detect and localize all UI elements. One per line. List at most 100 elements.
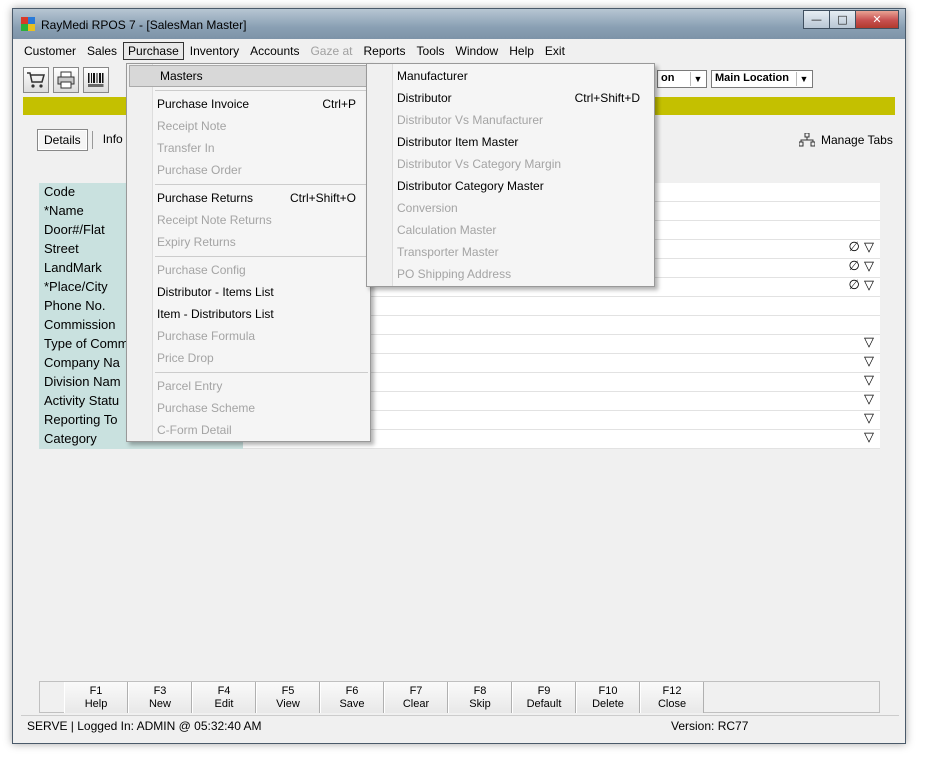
dropdown-indicator-icon[interactable]: ▽ [864,411,874,426]
app-logo-icon [21,17,35,31]
cart-icon [27,72,45,88]
menu-sales[interactable]: Sales [82,42,122,60]
print-button[interactable] [53,67,79,93]
menu-gaze-at: Gaze at [310,44,353,58]
menu-customer[interactable]: Customer [19,42,81,60]
menu-tools[interactable]: Tools [412,42,450,60]
menu-item-purchase-config: Purchase Config [127,259,370,281]
menu-item-receipt-note-returns: Receipt Note Returns [127,209,370,231]
manage-tabs-button[interactable]: Manage Tabs [799,133,893,147]
menu-item-label: Purchase Config [157,263,246,277]
close-window-button[interactable]: ✕ [855,10,899,29]
menu-item-distributor-item-master[interactable]: Distributor Item Master [367,131,654,153]
fkey-label: Close [657,698,687,710]
menu-item-price-drop: Price Drop [127,347,370,369]
menu-item-masters[interactable]: Masters [129,65,368,87]
menu-inventory[interactable]: Inventory [185,42,244,60]
dropdown-indicator-icon[interactable]: ▽ [864,373,874,388]
fkey-label: Default [526,698,562,710]
function-key-bar: F1 Help F3 New F4 Edit F5 View F6 Save F7 Clear F8 Sk… [39,681,880,713]
fkey-delete-button[interactable]: F10 Delete [576,682,640,713]
detail-tabs: Details Info [37,129,133,151]
location-combo[interactable]: Main Location ▼ [711,70,813,88]
fkey-label: Help [84,698,108,710]
menu-item-transporter-master: Transporter Master [367,241,654,263]
dropdown-indicator-icon[interactable]: ∅ ▽ [849,259,874,274]
menu-item-calculation-master: Calculation Master [367,219,654,241]
menu-item-distributor-category-master[interactable]: Distributor Category Master [367,175,654,197]
menu-item-label: Price Drop [157,351,214,365]
fkey-code: F9 [537,685,551,697]
menu-item-label: Purchase Order [157,163,242,177]
menu-help[interactable]: Help [504,42,539,60]
menu-item-item-distributors-list[interactable]: Item - Distributors List [127,303,370,325]
menu-item-expiry-returns: Expiry Returns [127,231,370,253]
menu-item-distributor[interactable]: Distributor Ctrl+Shift+D [367,87,654,109]
fkey-new-button[interactable]: F3 New [128,682,192,713]
menu-item-purchase-invoice[interactable]: Purchase Invoice Ctrl+P [127,93,370,115]
menu-item-label: Purchase Formula [157,329,256,343]
barcode-button[interactable] [83,67,109,93]
printer-icon [57,71,75,89]
dropdown-indicator-icon[interactable]: ∅ ▽ [849,240,874,255]
menu-item-purchase-returns[interactable]: Purchase Returns Ctrl+Shift+O [127,187,370,209]
fkey-skip-button[interactable]: F8 Skip [448,682,512,713]
menu-item-label: Receipt Note Returns [157,213,272,227]
fkey-view-button[interactable]: F5 View [256,682,320,713]
chevron-down-icon: ▼ [690,72,705,86]
fkey-close-button[interactable]: F12 Close [640,682,704,713]
menu-item-label: Transporter Master [397,245,499,259]
menu-item-label: Distributor Vs Category Margin [397,157,562,171]
dropdown-indicator-icon[interactable]: ▽ [864,430,874,445]
menu-item-label: Distributor Item Master [397,135,519,149]
menu-item-label: Receipt Note [157,119,227,133]
dropdown-indicator-icon[interactable]: ▽ [864,354,874,369]
fkey-code: F8 [473,685,487,697]
tab-details[interactable]: Details [37,129,88,151]
fkey-default-button[interactable]: F9 Default [512,682,576,713]
cart-button[interactable] [23,67,49,93]
menu-exit[interactable]: Exit [540,42,570,60]
manage-tabs-label: Manage Tabs [821,133,893,147]
menu-item-distributor-vs-category-margin: Distributor Vs Category Margin [367,153,654,175]
dropdown-indicator-icon[interactable]: ▽ [864,392,874,407]
minimize-button[interactable]: — [803,10,830,29]
title-bar[interactable]: RayMedi RPOS 7 - [SalesMan Master] — □ ✕ [13,9,905,39]
menu-item-label: Distributor [397,91,452,105]
chevron-down-icon: ▼ [796,72,811,86]
menu-item-purchase-order: Purchase Order [127,159,370,181]
menu-shortcut: Ctrl+P [322,97,356,111]
fkey-clear-button[interactable]: F7 Clear [384,682,448,713]
maximize-button[interactable]: □ [829,10,856,29]
menu-item-label: Transfer In [157,141,215,155]
menu-item-label: Parcel Entry [157,379,223,393]
menu-reports[interactable]: Reports [359,42,411,60]
menu-item-label: Purchase Returns [157,191,254,205]
tab-info[interactable]: Info [97,129,129,151]
fkey-edit-button[interactable]: F4 Edit [192,682,256,713]
status-version: Version: RC77 [671,719,749,733]
dropdown-indicator-icon[interactable]: ∅ ▽ [849,278,874,293]
menu-item-distributor-items-list[interactable]: Distributor - Items List [127,281,370,303]
menu-item-label: Item - Distributors List [157,307,274,321]
menu-item-label: Calculation Master [397,223,497,237]
menu-item-purchase-formula: Purchase Formula [127,325,370,347]
fkey-code: F4 [217,685,231,697]
menu-item-transfer-in: Transfer In [127,137,370,159]
menu-item-conversion: Conversion [367,197,654,219]
status-login: SERVE | Logged In: ADMIN @ 05:32:40 AM [27,719,262,733]
tab-divider [91,131,93,149]
toolbar-combo-left[interactable]: on ▼ [657,70,707,88]
dropdown-indicator-icon[interactable]: ▽ [864,335,874,350]
fkey-label: Skip [469,698,491,710]
fkey-code: F3 [153,685,167,697]
menu-item-manufacturer[interactable]: Manufacturer [367,65,654,87]
menu-window[interactable]: Window [451,42,504,60]
fkey-save-button[interactable]: F6 Save [320,682,384,713]
fkey-help-button[interactable]: F1 Help [64,682,128,713]
menu-accounts[interactable]: Accounts [245,42,304,60]
fkey-label: Edit [214,698,234,710]
menu-purchase[interactable]: Purchase [123,42,184,60]
menu-item-purchase-scheme: Purchase Scheme [127,397,370,419]
fkey-code: F1 [89,685,103,697]
